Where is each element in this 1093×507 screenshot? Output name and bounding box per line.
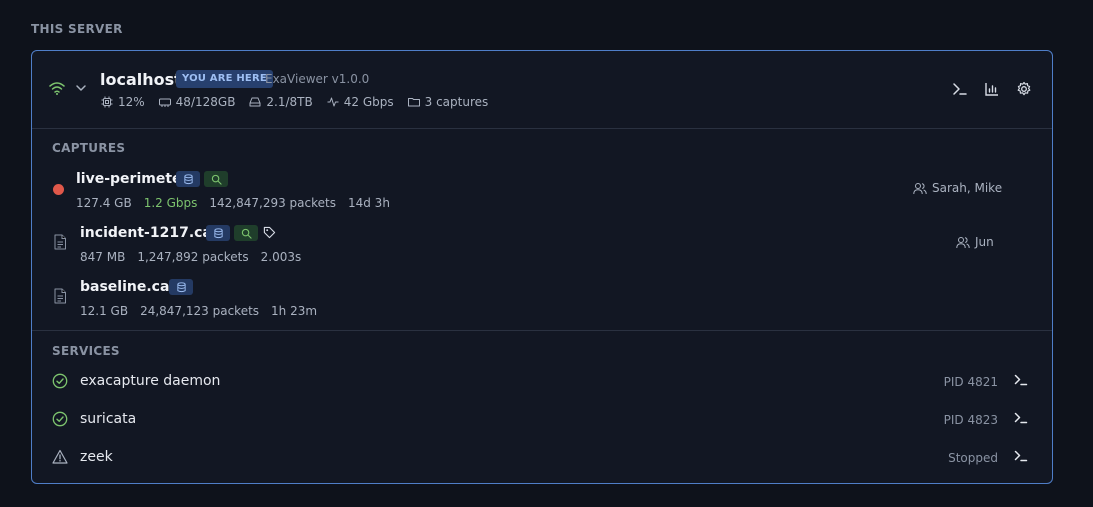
check-circle-icon: [52, 411, 68, 427]
captures-label: CAPTURES: [52, 141, 126, 155]
network-value: 42 Gbps: [343, 95, 394, 109]
hard-drive-icon: [249, 97, 261, 107]
service-name: suricata: [80, 411, 137, 427]
users-icon: [913, 182, 927, 194]
bar-chart-icon[interactable]: [984, 81, 1000, 97]
terminal-icon[interactable]: [952, 81, 968, 97]
users-icon: [956, 236, 970, 248]
service-row-exacapture[interactable]: exacapture daemon PID 4821: [32, 362, 1052, 400]
capture-meta: 127.4 GB 1.2 Gbps 142,847,293 packets 14…: [76, 196, 390, 210]
database-icon[interactable]: [169, 279, 193, 295]
app-version: ExaViewer v1.0.0: [265, 72, 370, 86]
database-icon[interactable]: [176, 171, 200, 187]
folder-icon: [407, 98, 420, 107]
terminal-icon[interactable]: [1014, 373, 1028, 387]
service-pid: PID 4823: [943, 413, 998, 427]
capture-size: 127.4 GB: [76, 196, 132, 210]
section-title: THIS SERVER: [31, 22, 123, 36]
disk-stat: 2.1/8TB: [249, 95, 313, 109]
capture-tags: [169, 279, 193, 295]
capture-row-baseline[interactable]: baseline.cap 12.1 GB 24,847,123 packets …: [32, 277, 1052, 331]
capture-users-names: Jun: [975, 235, 994, 249]
service-name: zeek: [80, 449, 113, 465]
wifi-icon: [49, 82, 65, 95]
memory-stat: 48/128GB: [158, 95, 236, 109]
section-divider: [32, 330, 1052, 331]
recording-indicator: [53, 184, 64, 195]
terminal-icon[interactable]: [1014, 449, 1028, 463]
warning-triangle-icon: [52, 449, 68, 464]
service-name: exacapture daemon: [80, 373, 221, 389]
capture-size: 847 MB: [80, 250, 126, 264]
capture-meta: 847 MB 1,247,892 packets 2.003s: [80, 250, 301, 264]
capture-name: live-perimeter: [76, 171, 189, 187]
service-row-suricata[interactable]: suricata PID 4823: [32, 400, 1052, 438]
gear-icon[interactable]: [1016, 81, 1032, 97]
check-circle-icon: [52, 373, 68, 389]
service-pid: PID 4821: [943, 375, 998, 389]
capture-row-live-perimeter[interactable]: live-perimeter 127.4 GB 1.2 Gbps 142,847…: [32, 169, 1052, 223]
capture-rate: 1.2 Gbps: [143, 196, 198, 210]
host-name: localhost: [100, 70, 182, 89]
memory-icon: [158, 98, 171, 107]
network-stat: 42 Gbps: [327, 95, 394, 109]
capture-meta: 12.1 GB 24,847,123 packets 1h 23m: [80, 304, 317, 318]
capture-users: Jun: [956, 235, 994, 249]
cpu-icon: [101, 96, 113, 108]
disk-value: 2.1/8TB: [266, 95, 313, 109]
host-header[interactable]: localhost YOU ARE HERE ExaViewer v1.0.0 …: [32, 51, 1052, 129]
file-icon: [54, 288, 66, 304]
service-status: Stopped: [948, 451, 998, 465]
capture-name: incident-1217.cap: [80, 225, 222, 241]
capture-packets: 1,247,892 packets: [137, 250, 249, 264]
service-row-zeek[interactable]: zeek Stopped: [32, 438, 1052, 476]
capture-packets: 142,847,293 packets: [209, 196, 336, 210]
activity-icon: [327, 97, 339, 107]
memory-value: 48/128GB: [175, 95, 236, 109]
capture-row-incident-1217[interactable]: incident-1217.cap 847 MB 1,247,892 packe…: [32, 223, 1052, 277]
capture-packets: 24,847,123 packets: [140, 304, 260, 318]
host-actions: [952, 81, 1032, 97]
capture-users-names: Sarah, Mike: [932, 181, 1003, 195]
capture-duration: 2.003s: [260, 250, 302, 264]
host-stats: 12% 48/128GB 2.1/8TB 42 Gbps 3 captures: [101, 95, 488, 109]
tag-icon[interactable]: [262, 225, 276, 239]
server-card: localhost YOU ARE HERE ExaViewer v1.0.0 …: [31, 50, 1053, 484]
captures-count: 3 captures: [424, 95, 489, 109]
file-icon: [54, 234, 66, 250]
capture-users: Sarah, Mike: [913, 181, 1002, 195]
terminal-icon[interactable]: [1014, 411, 1028, 425]
cpu-value: 12%: [118, 95, 145, 109]
search-icon[interactable]: [234, 225, 258, 241]
captures-count-stat: 3 captures: [407, 95, 489, 109]
capture-tags: [206, 225, 276, 241]
capture-name: baseline.cap: [80, 279, 180, 295]
database-icon[interactable]: [206, 225, 230, 241]
you-are-here-badge: YOU ARE HERE: [176, 70, 273, 88]
capture-size: 12.1 GB: [80, 304, 129, 318]
capture-tags: [176, 171, 228, 187]
chevron-down-icon[interactable]: [74, 81, 88, 95]
cpu-stat: 12%: [101, 95, 145, 109]
capture-duration: 1h 23m: [271, 304, 318, 318]
search-icon[interactable]: [204, 171, 228, 187]
services-label: SERVICES: [52, 344, 120, 358]
capture-duration: 14d 3h: [347, 196, 390, 210]
